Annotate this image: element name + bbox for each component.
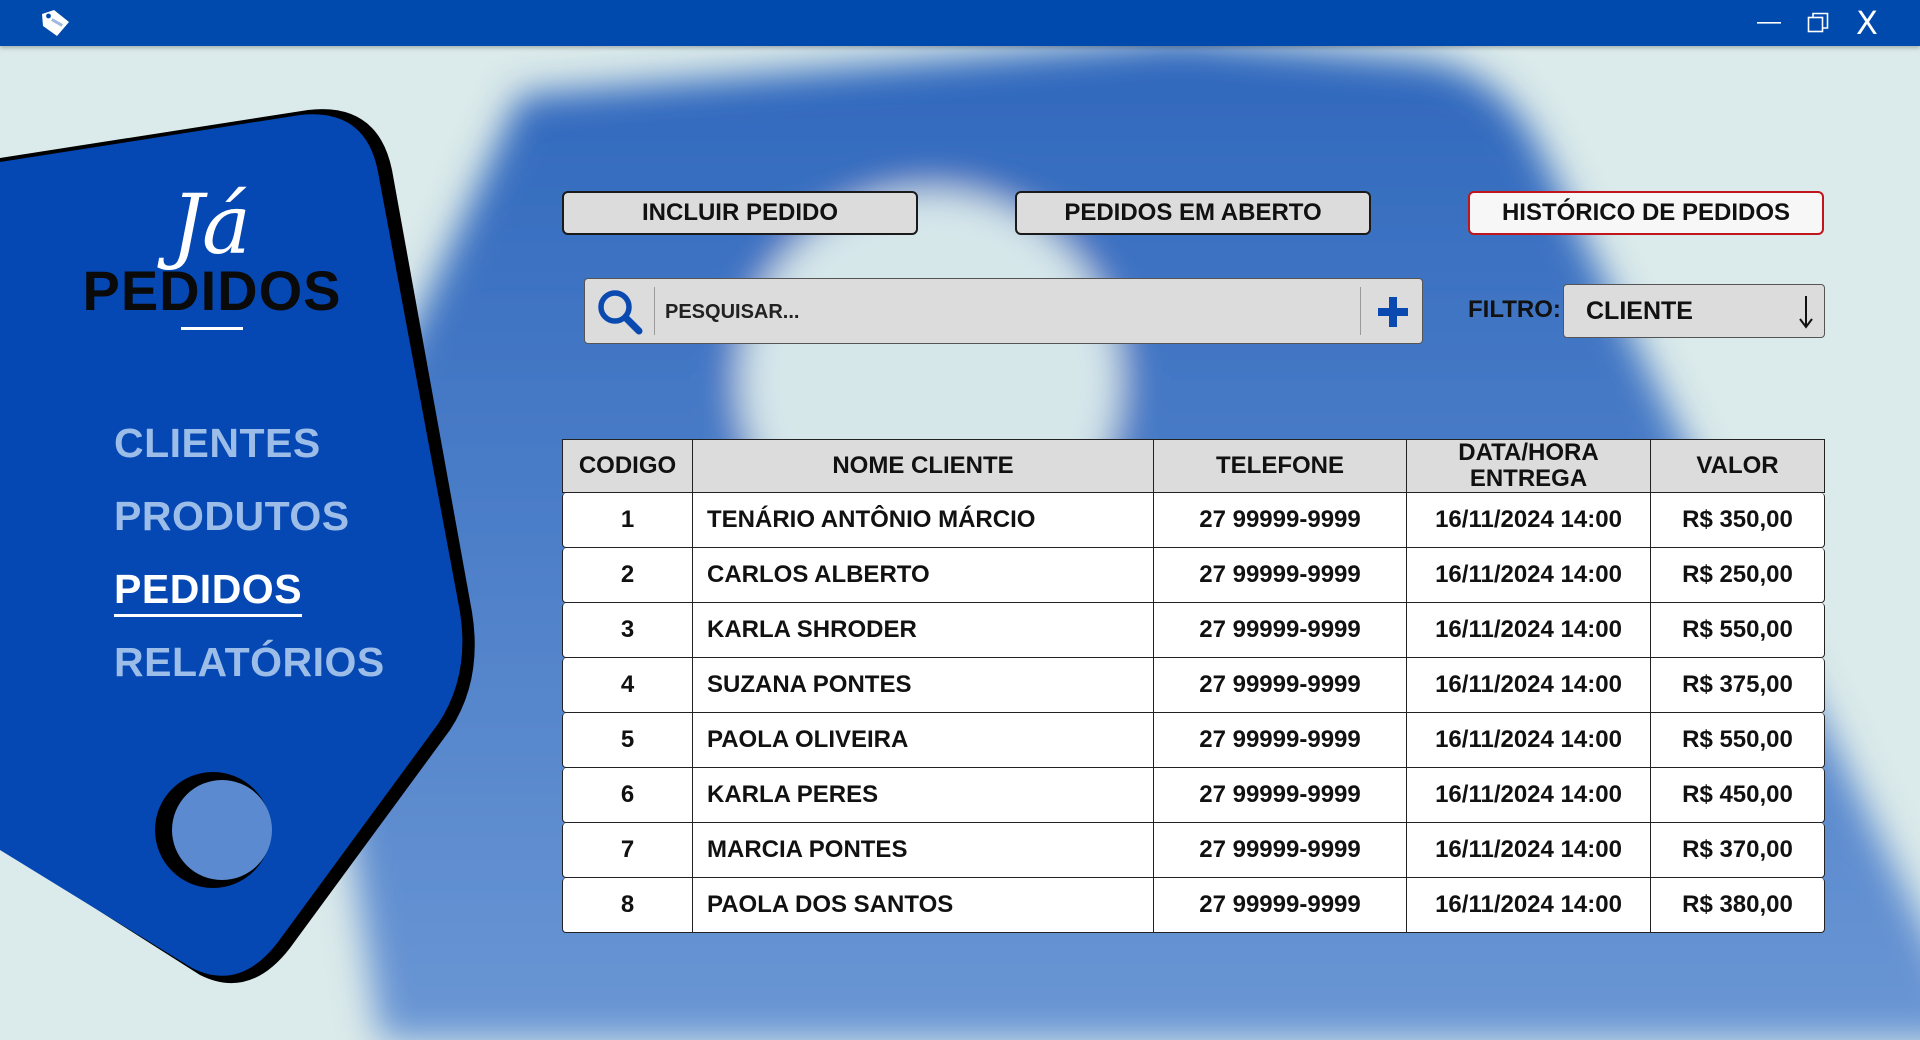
cell-valor: R$ 350,00	[1651, 493, 1825, 548]
cell-valor: R$ 450,00	[1651, 768, 1825, 823]
restore-icon	[1807, 12, 1829, 33]
cell-data: 16/11/2024 14:00	[1407, 878, 1651, 933]
cell-nome: KARLA SHRODER	[693, 603, 1154, 658]
historico-de-pedidos-button[interactable]: HISTÓRICO DE PEDIDOS	[1468, 191, 1824, 235]
cell-codigo: 8	[562, 878, 693, 933]
cell-codigo: 3	[562, 603, 693, 658]
header-valor[interactable]: VALOR	[1651, 439, 1825, 493]
table-row[interactable]: 2 CARLOS ALBERTO 27 99999-9999 16/11/202…	[562, 548, 1825, 603]
logo-underline	[181, 327, 243, 330]
restore-button[interactable]	[1794, 0, 1842, 46]
header-data-line2: ENTREGA	[1469, 465, 1588, 492]
filter-label: FILTRO:	[1468, 296, 1561, 323]
table-row[interactable]: 8 PAOLA DOS SANTOS 27 99999-9999 16/11/2…	[562, 878, 1825, 933]
minimize-icon	[1757, 22, 1781, 24]
search-divider	[654, 287, 655, 335]
app-tag-icon	[42, 10, 69, 36]
cell-codigo: 5	[562, 713, 693, 768]
logo-wordmark: PEDIDOS	[82, 259, 342, 322]
cell-codigo: 2	[562, 548, 693, 603]
filter-dropdown[interactable]: CLIENTE	[1563, 284, 1825, 338]
plus-icon[interactable]	[1370, 289, 1416, 335]
sidebar-item-produtos[interactable]: PRODUTOS	[114, 487, 385, 560]
cell-telefone: 27 99999-9999	[1154, 603, 1407, 658]
cell-nome: CARLOS ALBERTO	[693, 548, 1154, 603]
cell-data: 16/11/2024 14:00	[1407, 658, 1651, 713]
cell-valor: R$ 250,00	[1651, 548, 1825, 603]
cell-telefone: 27 99999-9999	[1154, 548, 1407, 603]
close-icon: X	[1856, 4, 1878, 42]
cell-data: 16/11/2024 14:00	[1407, 603, 1651, 658]
search-bar	[584, 278, 1423, 344]
header-nome-cliente[interactable]: NOME CLIENTE	[693, 439, 1154, 493]
cell-codigo: 4	[562, 658, 693, 713]
table-row[interactable]: 6 KARLA PERES 27 99999-9999 16/11/2024 1…	[562, 768, 1825, 823]
search-icon[interactable]	[595, 287, 645, 337]
cell-telefone: 27 99999-9999	[1154, 878, 1407, 933]
sidebar-item-label: RELATÓRIOS	[114, 639, 385, 685]
cell-nome: KARLA PERES	[693, 768, 1154, 823]
table-row[interactable]: 1 TENÁRIO ANTÔNIO MÁRCIO 27 99999-9999 1…	[562, 493, 1825, 548]
cell-codigo: 6	[562, 768, 693, 823]
cell-telefone: 27 99999-9999	[1154, 713, 1407, 768]
cell-data: 16/11/2024 14:00	[1407, 493, 1651, 548]
cell-data: 16/11/2024 14:00	[1407, 548, 1651, 603]
cell-codigo: 1	[562, 493, 693, 548]
cell-nome: PAOLA DOS SANTOS	[693, 878, 1154, 933]
orders-table: CODIGO NOME CLIENTE TELEFONE DATA/HORA EN…	[562, 439, 1825, 933]
cell-nome: SUZANA PONTES	[693, 658, 1154, 713]
cell-valor: R$ 370,00	[1651, 823, 1825, 878]
title-bar: X	[0, 0, 1920, 46]
cell-nome: MARCIA PONTES	[693, 823, 1154, 878]
table-row[interactable]: 5 PAOLA OLIVEIRA 27 99999-9999 16/11/202…	[562, 713, 1825, 768]
arrow-down-icon	[1799, 296, 1813, 329]
cell-nome: TENÁRIO ANTÔNIO MÁRCIO	[693, 493, 1154, 548]
sidebar-item-label: PRODUTOS	[114, 493, 350, 539]
header-telefone[interactable]: TELEFONE	[1154, 439, 1407, 493]
cell-data: 16/11/2024 14:00	[1407, 713, 1651, 768]
incluir-pedido-button[interactable]: INCLUIR PEDIDO	[562, 191, 918, 235]
sidebar-item-relatorios[interactable]: RELATÓRIOS	[114, 633, 385, 706]
cell-telefone: 27 99999-9999	[1154, 823, 1407, 878]
cell-data: 16/11/2024 14:00	[1407, 768, 1651, 823]
cell-nome: PAOLA OLIVEIRA	[693, 713, 1154, 768]
cell-valor: R$ 550,00	[1651, 713, 1825, 768]
pedidos-em-aberto-button[interactable]: PEDIDOS EM ABERTO	[1015, 191, 1371, 235]
cell-data: 16/11/2024 14:00	[1407, 823, 1651, 878]
header-codigo[interactable]: CODIGO	[562, 439, 693, 493]
search-input[interactable]	[663, 291, 1337, 333]
cell-valor: R$ 375,00	[1651, 658, 1825, 713]
sidebar-item-pedidos[interactable]: PEDIDOS	[114, 560, 385, 633]
cell-valor: R$ 380,00	[1651, 878, 1825, 933]
sidebar-item-label: PEDIDOS	[114, 566, 303, 617]
sidebar-item-label: CLIENTES	[114, 420, 321, 466]
table-row[interactable]: 4 SUZANA PONTES 27 99999-9999 16/11/2024…	[562, 658, 1825, 713]
cell-telefone: 27 99999-9999	[1154, 493, 1407, 548]
cell-codigo: 7	[562, 823, 693, 878]
sidebar-item-clientes[interactable]: CLIENTES	[114, 414, 385, 487]
search-divider	[1360, 287, 1361, 335]
table-row[interactable]: 3 KARLA SHRODER 27 99999-9999 16/11/2024…	[562, 603, 1825, 658]
filter-selected-value: CLIENTE	[1586, 297, 1693, 325]
close-button[interactable]: X	[1843, 0, 1891, 46]
minimize-button[interactable]	[1745, 0, 1793, 46]
cell-telefone: 27 99999-9999	[1154, 658, 1407, 713]
sidebar-nav: CLIENTES PRODUTOS PEDIDOS RELATÓRIOS	[114, 414, 385, 706]
header-data-hora-entrega[interactable]: DATA/HORA ENTREGA	[1407, 439, 1651, 493]
table-header-row: CODIGO NOME CLIENTE TELEFONE DATA/HORA EN…	[562, 439, 1825, 493]
cell-telefone: 27 99999-9999	[1154, 768, 1407, 823]
header-data-line1: DATA/HORA	[1458, 439, 1599, 466]
cell-valor: R$ 550,00	[1651, 603, 1825, 658]
table-row[interactable]: 7 MARCIA PONTES 27 99999-9999 16/11/2024…	[562, 823, 1825, 878]
